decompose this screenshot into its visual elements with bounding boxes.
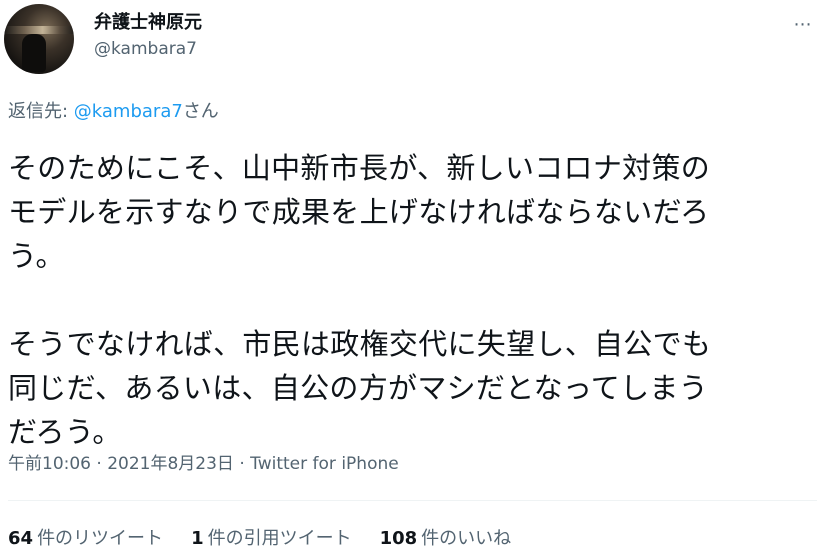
likes-count: 108 [379, 528, 418, 549]
tweet-date[interactable]: 2021年8月23日 [107, 454, 234, 474]
divider [8, 500, 817, 501]
quote-tweets-label: 件の引用ツイート [207, 528, 352, 549]
reply-prefix: 返信先: [8, 101, 74, 122]
tweet-time[interactable]: 午前10:06 [8, 454, 91, 474]
retweets-label: 件のリツイート [37, 528, 164, 549]
avatar[interactable] [4, 4, 74, 74]
likes-label: 件のいいね [421, 528, 512, 549]
meta-separator: · [91, 454, 108, 474]
tweet-source[interactable]: Twitter for iPhone [250, 454, 399, 474]
tweet-text: そのためにこそ、山中新市長が、新しいコロナ対策の モデルを示すなりで成果を上げな… [8, 151, 712, 449]
author-handle[interactable]: @kambara7 [94, 38, 197, 60]
avatar-background [4, 26, 74, 34]
more-options-icon[interactable]: ⋯ [789, 12, 817, 36]
reply-to-line: 返信先: @kambara7さん [8, 100, 219, 124]
likes-stat[interactable]: 108 件のいいね [380, 527, 512, 551]
quote-tweets-count: 1 [191, 528, 204, 549]
reply-suffix: さん [182, 101, 219, 122]
retweets-stat[interactable]: 64 件のリツイート [8, 527, 163, 551]
meta-separator: · [233, 454, 251, 474]
tweet-meta: 午前10:06 · 2021年8月23日 · Twitter for iPhon… [8, 452, 399, 476]
tweet-stats: 64 件のリツイート 1 件の引用ツイート 108 件のいいね [8, 527, 539, 551]
author-display-name[interactable]: 弁護士神原元 [94, 12, 202, 34]
quote-tweets-stat[interactable]: 1 件の引用ツイート [191, 527, 352, 551]
retweets-count: 64 [8, 528, 34, 549]
avatar-figure [22, 34, 46, 72]
reply-handle-link[interactable]: @kambara7 [74, 101, 183, 122]
